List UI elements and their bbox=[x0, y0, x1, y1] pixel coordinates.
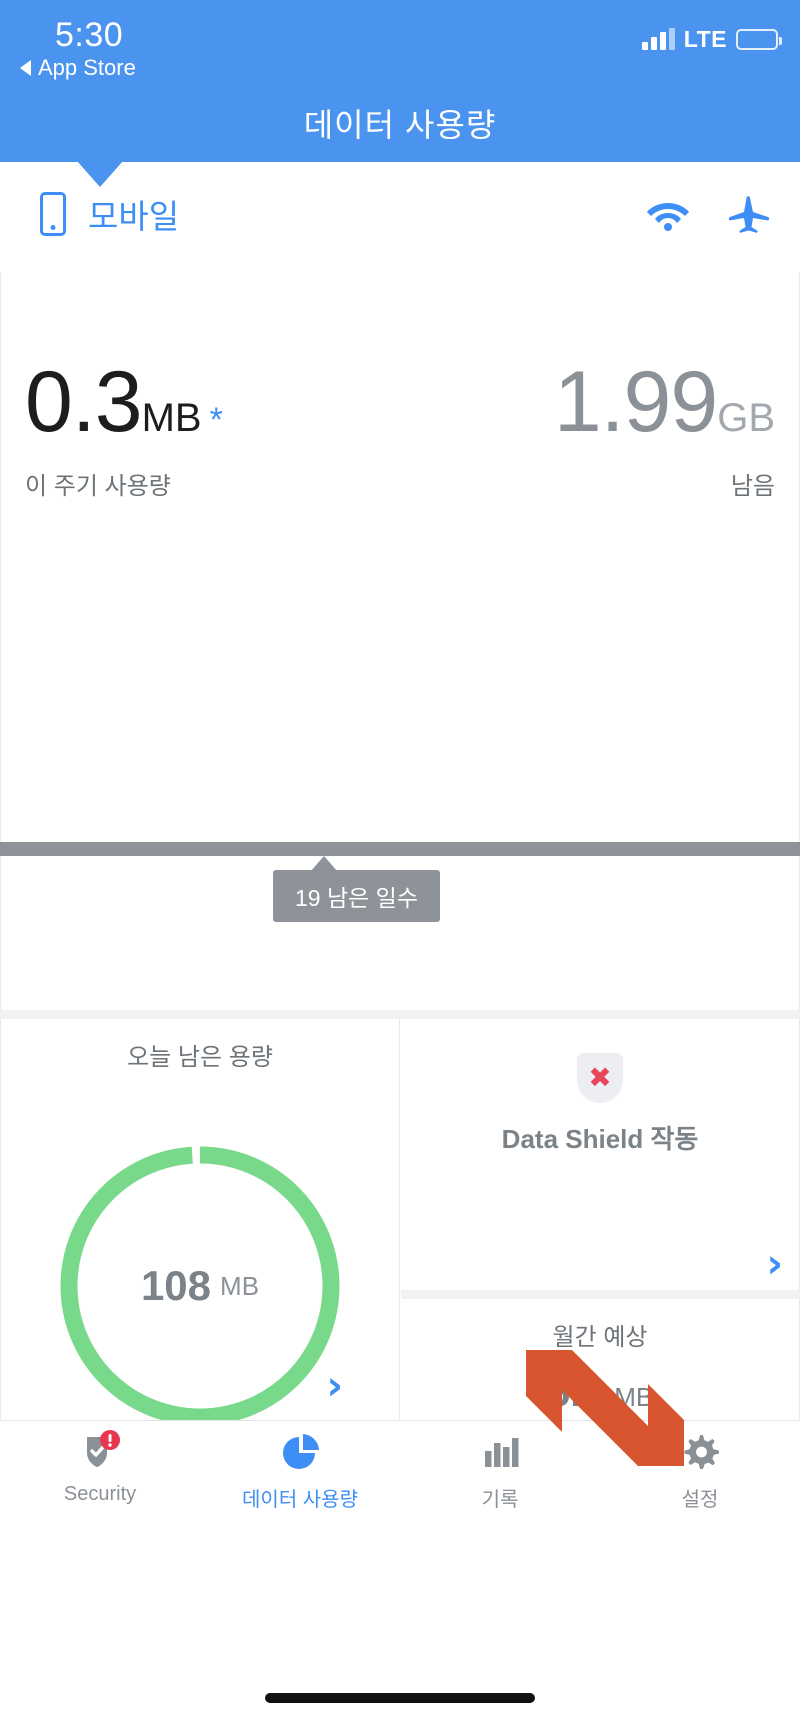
pie-chart-icon bbox=[277, 1429, 323, 1475]
usage-used-value: 0.3 bbox=[25, 354, 143, 450]
usage-remaining-label: 남음 bbox=[730, 472, 775, 500]
chevron-right-icon[interactable]: › bbox=[767, 1244, 783, 1284]
today-remaining-unit: MB bbox=[220, 1270, 260, 1301]
usage-used-block: 0.3MB * 이 주기 사용량 bbox=[25, 359, 223, 501]
today-remaining-card[interactable]: 오늘 남은 용량 108 MB › bbox=[0, 1019, 400, 1426]
app-header: 5:30 App Store LTE 데이터 사용량 bbox=[0, 0, 800, 162]
usage-used-label: 이 주기 사용량 bbox=[25, 472, 171, 500]
usage-asterisk: * bbox=[209, 401, 223, 439]
shield-alert-icon bbox=[77, 1429, 123, 1475]
segment-right-icons bbox=[646, 194, 770, 239]
tab-data-usage-label: 데이터 사용량 bbox=[242, 1489, 358, 1511]
today-remaining-title: 오늘 남은 용량 bbox=[127, 1044, 273, 1071]
cycle-progress-fill bbox=[0, 842, 800, 856]
usage-remaining-block: 1.99GB 남음 bbox=[554, 359, 775, 501]
signal-bars-icon bbox=[641, 28, 675, 50]
bar-chart-icon bbox=[477, 1429, 523, 1475]
wifi-icon[interactable] bbox=[646, 197, 690, 236]
page-title: 데이터 사용량 bbox=[303, 107, 497, 143]
today-remaining-donut: 108 MB bbox=[55, 1141, 345, 1431]
data-shield-card[interactable]: ✖ Data Shield 작동 › bbox=[401, 1019, 800, 1290]
home-indicator[interactable] bbox=[265, 1693, 535, 1703]
usage-used-unit: MB bbox=[141, 396, 202, 440]
usage-remaining-value-row: 1.99GB bbox=[554, 359, 775, 445]
monthly-forecast-title: 월간 예상 bbox=[552, 1324, 648, 1351]
usage-remaining-value: 1.99 bbox=[553, 354, 718, 450]
usage-remaining-unit: GB bbox=[717, 396, 775, 440]
data-shield-label: Data Shield 작동 bbox=[501, 1124, 699, 1154]
status-bar-indicators: LTE bbox=[641, 26, 782, 53]
segment-mobile-label: 모바일 bbox=[88, 198, 180, 235]
header-notch-triangle bbox=[77, 161, 123, 187]
back-arrow-icon bbox=[20, 60, 31, 76]
usage-summary-panel: 0.3MB * 이 주기 사용량 1.99GB 남음 bbox=[0, 272, 800, 844]
airplane-icon[interactable] bbox=[728, 194, 770, 239]
segment-mobile[interactable]: 모바일 bbox=[40, 190, 179, 238]
back-link-label: App Store bbox=[38, 55, 136, 80]
cycle-progress-bar[interactable] bbox=[0, 842, 800, 856]
section-divider bbox=[0, 1010, 800, 1019]
today-remaining-value: 108 bbox=[140, 1262, 212, 1309]
orange-arrow-icon bbox=[520, 1348, 690, 1468]
usage-used-value-row: 0.3MB * bbox=[25, 359, 223, 445]
tab-data-usage[interactable]: 데이터 사용량 bbox=[200, 1429, 400, 1531]
shield-x-mark: ✖ bbox=[588, 1062, 612, 1093]
tab-security-label: Security bbox=[63, 1483, 137, 1505]
phone-icon bbox=[40, 192, 66, 236]
network-type-label: LTE bbox=[683, 26, 727, 52]
days-remaining-tooltip: 19 남은 일수 bbox=[273, 870, 441, 922]
battery-icon bbox=[736, 29, 782, 50]
back-to-app-store-link[interactable]: App Store bbox=[20, 55, 136, 81]
status-bar-time: 5:30 bbox=[55, 16, 124, 54]
tab-history-label: 기록 bbox=[481, 1489, 519, 1511]
chevron-right-icon[interactable]: › bbox=[327, 1366, 343, 1406]
today-remaining-center: 108 MB bbox=[55, 1141, 345, 1431]
tab-security[interactable]: Security bbox=[0, 1429, 200, 1531]
right-column-divider bbox=[401, 1290, 800, 1299]
tab-settings-label: 설정 bbox=[681, 1489, 719, 1511]
shield-x-icon: ✖ bbox=[577, 1053, 623, 1103]
